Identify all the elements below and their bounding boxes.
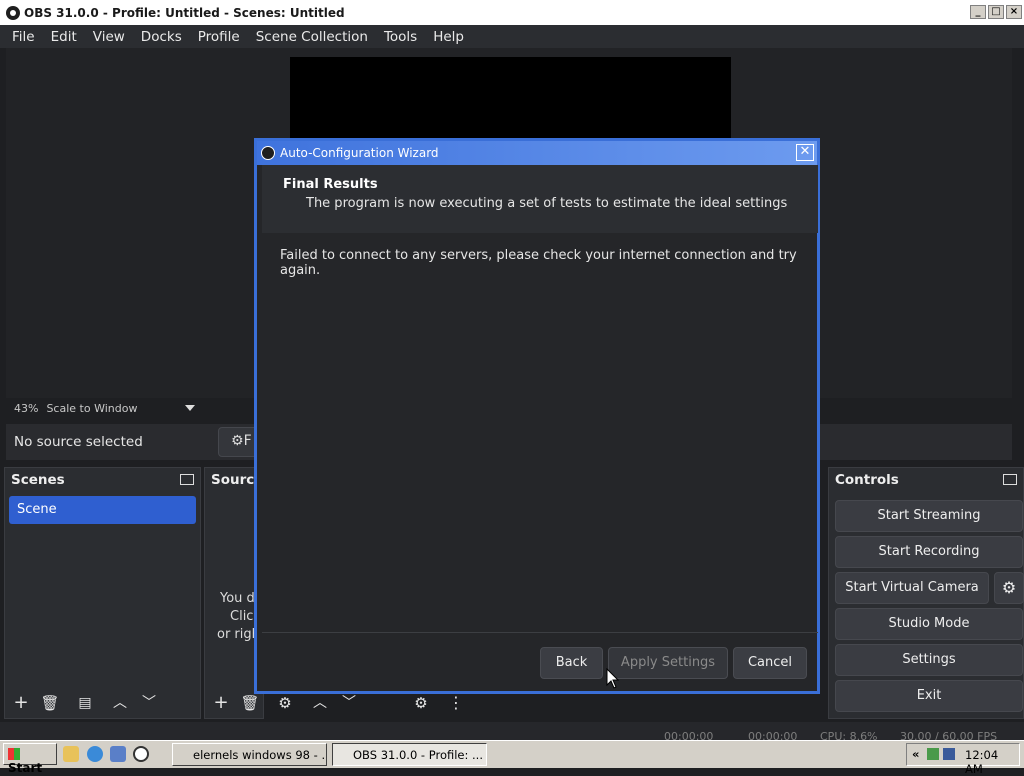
remove-scene-button[interactable]: 🗑 xyxy=(39,693,61,713)
add-source-button[interactable]: + xyxy=(210,693,232,713)
system-tray: « 12:04 AM xyxy=(906,743,1020,776)
menu-file[interactable]: File xyxy=(4,29,43,45)
virtual-camera-settings-icon[interactable]: ⚙ xyxy=(994,572,1024,604)
settings-button[interactable]: Settings xyxy=(835,644,1023,676)
menu-bar: File Edit View Docks Profile Scene Colle… xyxy=(0,25,1024,48)
menu-view[interactable]: View xyxy=(85,29,133,45)
obs-logo-icon xyxy=(6,5,20,20)
taskbar-task-explorer[interactable]: elernels windows 98 - ... xyxy=(172,743,327,766)
preview-canvas[interactable] xyxy=(290,57,731,147)
gear-icon: ⚙ xyxy=(231,433,244,449)
cancel-button[interactable]: Cancel xyxy=(733,647,807,679)
obs-logo-icon xyxy=(261,146,275,160)
scenes-title: Scenes xyxy=(11,472,65,488)
controls-title: Controls xyxy=(835,472,899,488)
exit-button[interactable]: Exit xyxy=(835,680,1023,712)
auto-config-dialog: Auto-Configuration Wizard ✕ Final Result… xyxy=(254,138,820,694)
start-streaming-button[interactable]: Start Streaming xyxy=(835,500,1023,532)
undock-icon[interactable] xyxy=(1003,474,1017,485)
move-scene-down-button[interactable]: ﹀ xyxy=(138,693,160,713)
dialog-message: Failed to connect to any servers, please… xyxy=(280,248,797,278)
filters-label: F xyxy=(243,433,252,449)
scene-list-item[interactable]: Scene xyxy=(9,496,196,524)
menu-scene-collection[interactable]: Scene Collection xyxy=(248,29,376,45)
menu-edit[interactable]: Edit xyxy=(43,29,85,45)
undock-icon[interactable] xyxy=(180,474,194,485)
back-button[interactable]: Back xyxy=(540,647,603,679)
menu-profile[interactable]: Profile xyxy=(190,29,248,45)
chevron-down-icon[interactable] xyxy=(185,405,196,411)
source-properties-button[interactable]: ⚙ xyxy=(274,693,296,713)
add-scene-button[interactable]: + xyxy=(10,693,32,713)
dialog-subheading: The program is now executing a set of te… xyxy=(306,196,788,211)
scene-filters-button[interactable]: ▤ xyxy=(74,693,96,713)
maximize-button[interactable]: □ xyxy=(988,5,1004,19)
move-source-down-button[interactable]: ﹀ xyxy=(338,693,360,713)
minimize-button[interactable]: _ xyxy=(970,5,986,19)
taskbar xyxy=(0,740,1024,768)
filters-button[interactable]: ⚙F xyxy=(218,427,258,457)
more-options-icon[interactable]: ⋮ xyxy=(445,693,467,713)
dialog-title: Auto-Configuration Wizard xyxy=(280,146,439,160)
dialog-titlebar: Auto-Configuration Wizard ✕ xyxy=(257,141,817,165)
folder-icon[interactable] xyxy=(63,746,79,762)
mouse-cursor-icon xyxy=(606,668,620,689)
tray-expand-icon[interactable]: « xyxy=(912,747,919,761)
zoom-level: 43% xyxy=(14,401,39,415)
move-scene-up-button[interactable]: ︿ xyxy=(109,693,131,713)
internet-explorer-icon[interactable] xyxy=(87,746,103,762)
studio-mode-button[interactable]: Studio Mode xyxy=(835,608,1023,640)
window-title: OBS 31.0.0 - Profile: Untitled - Scenes:… xyxy=(24,5,345,20)
menu-tools[interactable]: Tools xyxy=(376,29,425,45)
windows-flag-icon xyxy=(8,748,20,760)
start-button[interactable]: Start xyxy=(3,743,57,775)
status-bar: 00:00:00 00:00:00 CPU: 8.6% 30.00 / 60.0… xyxy=(0,722,1024,743)
dialog-header: Final Results The program is now executi… xyxy=(262,165,818,233)
outlook-icon[interactable] xyxy=(110,746,126,762)
move-source-up-button[interactable]: ︿ xyxy=(309,693,331,713)
mixer-settings-button[interactable]: ⚙ xyxy=(410,693,432,713)
source-status: No source selected xyxy=(14,434,143,450)
taskbar-task-obs[interactable]: OBS 31.0.0 - Profile: ... xyxy=(332,743,487,766)
menu-help[interactable]: Help xyxy=(425,29,472,45)
dialog-heading: Final Results xyxy=(283,177,378,192)
remove-source-button[interactable]: 🗑 xyxy=(239,693,261,713)
menu-docks[interactable]: Docks xyxy=(133,29,190,45)
media-player-icon[interactable] xyxy=(133,746,149,762)
dialog-close-button[interactable]: ✕ xyxy=(796,144,814,161)
scenes-dock: Scenes Scene xyxy=(4,467,201,719)
clock: 12:04 AM xyxy=(965,748,999,776)
start-recording-button[interactable]: Start Recording xyxy=(835,536,1023,568)
display-icon[interactable] xyxy=(943,748,955,760)
network-icon[interactable] xyxy=(927,748,939,760)
start-label: Start xyxy=(8,761,43,775)
scale-mode[interactable]: Scale to Window xyxy=(46,402,137,415)
divider xyxy=(262,632,818,633)
close-button[interactable]: × xyxy=(1006,5,1022,19)
start-virtual-camera-button[interactable]: Start Virtual Camera xyxy=(835,572,989,604)
apply-settings-button[interactable]: Apply Settings xyxy=(608,647,728,679)
window-titlebar: OBS 31.0.0 - Profile: Untitled - Scenes:… xyxy=(0,0,1024,25)
